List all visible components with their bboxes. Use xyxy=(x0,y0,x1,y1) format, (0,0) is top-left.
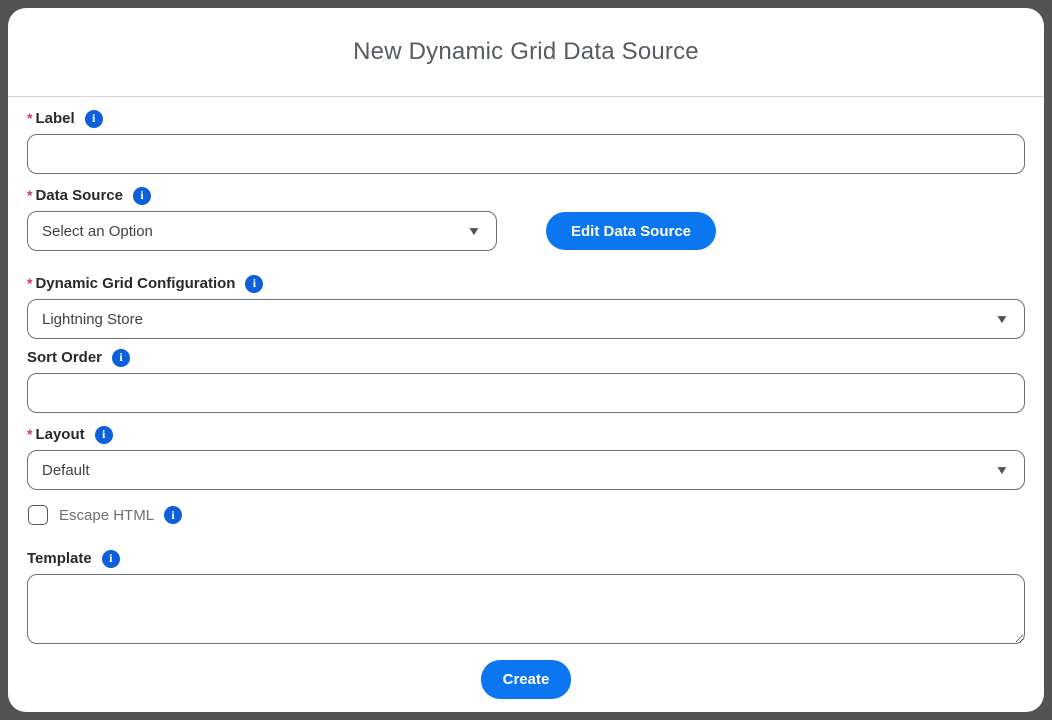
layout-field-group: * Layout i Default ▼ xyxy=(27,426,1025,490)
data-source-select[interactable]: Select an Option ▼ xyxy=(27,211,497,251)
info-icon[interactable]: i xyxy=(112,349,130,367)
sort-order-label-row: Sort Order i xyxy=(27,349,1025,366)
sort-order-label: Sort Order xyxy=(27,349,102,366)
modal-body: * Label i * Data Source i Select an Opti… xyxy=(8,97,1044,699)
info-icon[interactable]: i xyxy=(85,110,103,128)
data-source-row: Select an Option ▼ Edit Data Source xyxy=(27,211,1025,251)
modal-title: New Dynamic Grid Data Source xyxy=(353,38,699,66)
template-label: Template xyxy=(27,550,92,567)
template-label-row: Template i xyxy=(27,550,1025,567)
info-icon[interactable]: i xyxy=(245,275,263,293)
template-textarea[interactable] xyxy=(27,574,1025,644)
label-field-group: * Label i xyxy=(27,110,1025,174)
data-source-label: Data Source xyxy=(35,187,123,204)
data-source-selected-value: Select an Option xyxy=(42,223,153,240)
required-asterisk: * xyxy=(27,426,32,443)
layout-select[interactable]: Default ▼ xyxy=(27,450,1025,490)
new-dynamic-grid-data-source-modal: New Dynamic Grid Data Source * Label i *… xyxy=(8,8,1044,712)
info-icon[interactable]: i xyxy=(133,187,151,205)
escape-html-field-group: Escape HTML i xyxy=(27,504,1025,526)
label-field-label: Label xyxy=(35,110,74,127)
escape-html-row: Escape HTML i xyxy=(27,504,1025,526)
escape-html-checkbox[interactable] xyxy=(28,505,48,525)
layout-label: Layout xyxy=(35,426,84,443)
required-asterisk: * xyxy=(27,187,32,204)
grid-config-label: Dynamic Grid Configuration xyxy=(35,275,235,292)
required-asterisk: * xyxy=(27,275,32,292)
required-asterisk: * xyxy=(27,110,32,127)
layout-selected-value: Default xyxy=(42,462,90,479)
sort-order-field-group: Sort Order i xyxy=(27,349,1025,413)
grid-config-select[interactable]: Lightning Store ▼ xyxy=(27,299,1025,339)
sort-order-input[interactable] xyxy=(27,373,1025,413)
data-source-label-row: * Data Source i xyxy=(27,187,1025,204)
label-input[interactable] xyxy=(27,134,1025,174)
escape-html-label: Escape HTML xyxy=(59,507,154,524)
create-button[interactable]: Create xyxy=(481,660,572,699)
edit-data-source-button[interactable]: Edit Data Source xyxy=(546,212,716,250)
template-field-group: Template i xyxy=(27,550,1025,644)
grid-config-field-group: * Dynamic Grid Configuration i Lightning… xyxy=(27,275,1025,339)
chevron-down-icon: ▼ xyxy=(995,464,1010,476)
grid-config-label-row: * Dynamic Grid Configuration i xyxy=(27,275,1025,292)
layout-label-row: * Layout i xyxy=(27,426,1025,443)
label-field-label-row: * Label i xyxy=(27,110,1025,127)
data-source-field-group: * Data Source i Select an Option ▼ Edit … xyxy=(27,187,1025,251)
chevron-down-icon: ▼ xyxy=(467,225,482,237)
info-icon[interactable]: i xyxy=(102,550,120,568)
info-icon[interactable]: i xyxy=(164,506,182,524)
chevron-down-icon: ▼ xyxy=(995,313,1010,325)
modal-header: New Dynamic Grid Data Source xyxy=(8,8,1044,97)
modal-footer: Create xyxy=(27,660,1025,699)
info-icon[interactable]: i xyxy=(95,426,113,444)
grid-config-selected-value: Lightning Store xyxy=(42,311,143,328)
